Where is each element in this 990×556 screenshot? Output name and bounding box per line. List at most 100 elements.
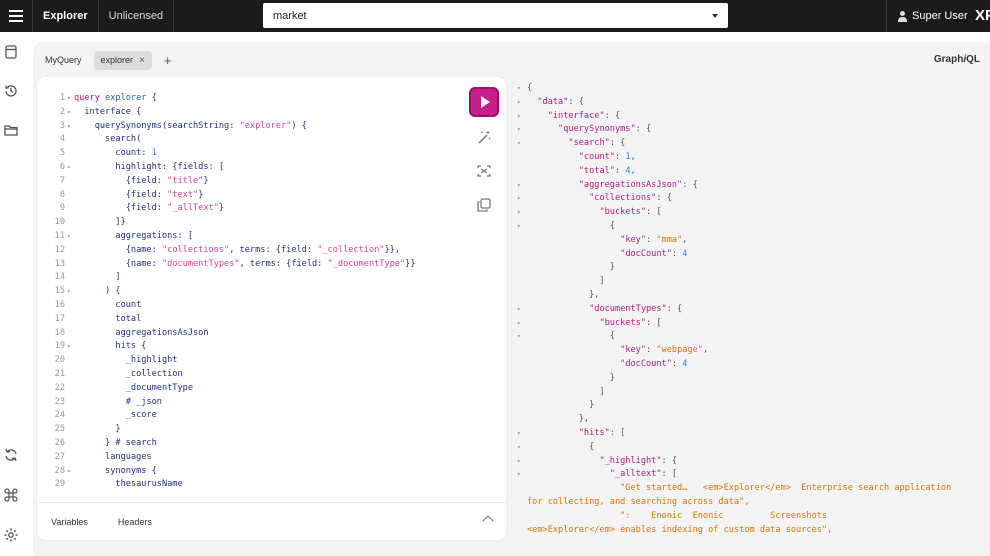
fold-icon[interactable]: ▾: [67, 161, 74, 175]
code-line[interactable]: 13 {name: "documentTypes", terms: {field…: [37, 258, 416, 272]
query-code[interactable]: 1 ▾ query explorer {2 ▾ interface {3 ▾ query…: [37, 92, 416, 492]
code-line[interactable]: 26 } # search: [37, 437, 416, 451]
result-line: ▾ "data": {: [517, 96, 951, 110]
chevron-up-icon[interactable]: [482, 515, 494, 527]
code-line[interactable]: 16 count: [37, 299, 416, 313]
run-query-button[interactable]: [469, 87, 499, 117]
code-line[interactable]: 11 ▾ aggregations: [: [37, 230, 416, 244]
fold-icon[interactable]: ▾: [517, 303, 527, 317]
refresh-icon[interactable]: [3, 447, 19, 463]
settings-icon[interactable]: [3, 527, 19, 543]
code-line[interactable]: 24 _score: [37, 409, 416, 423]
copy-icon[interactable]: [476, 197, 492, 213]
variables-tab[interactable]: Variables: [51, 517, 88, 527]
code-line[interactable]: 27 languages: [37, 451, 416, 465]
fold-icon[interactable]: ▾: [517, 82, 527, 96]
line-text: _documentType: [74, 382, 193, 393]
fold-icon[interactable]: ▾: [517, 137, 527, 151]
code-line[interactable]: 12 {name: "collections", terms: {field: …: [37, 244, 416, 258]
result-text: for collecting, and searching across dat…: [527, 496, 750, 507]
result-line: ▾ "aggregationsAsJson": {: [517, 179, 951, 193]
result-text: {: [527, 441, 595, 452]
result-text: {: [527, 83, 533, 93]
tab-myquery[interactable]: MyQuery: [38, 51, 89, 69]
code-line[interactable]: 9 {field: "_allText"}: [37, 202, 416, 216]
fold-icon: [67, 382, 74, 396]
code-line[interactable]: 8 {field: "text"}: [37, 189, 416, 203]
menu-icon[interactable]: [0, 0, 32, 32]
close-icon[interactable]: ×: [139, 55, 145, 66]
xp-logo[interactable]: XP: [975, 7, 990, 24]
license-status: Unlicensed: [108, 10, 164, 22]
editor-footer: Variables Headers: [37, 502, 506, 540]
result-line: ▾ "interface": {: [517, 110, 951, 124]
fold-icon[interactable]: ▾: [517, 220, 527, 234]
fold-icon[interactable]: ▾: [517, 123, 527, 137]
result-text: "count": 1,: [578, 151, 636, 162]
line-text: _score: [74, 410, 157, 421]
fold-icon[interactable]: ▾: [517, 330, 527, 344]
code-line[interactable]: 5 count: 1: [37, 147, 416, 161]
fold-icon[interactable]: ▾: [67, 465, 74, 479]
code-line[interactable]: 6 ▾ highlight: {fields: [: [37, 161, 416, 175]
query-editor[interactable]: 1 ▾ query explorer {2 ▾ interface {3 ▾ query…: [37, 77, 506, 540]
fold-icon[interactable]: ▾: [517, 192, 527, 206]
code-line[interactable]: 29 thesaurusName: [37, 478, 416, 492]
fold-icon: [67, 202, 74, 216]
code-line[interactable]: 4 search(: [37, 133, 416, 147]
fold-icon[interactable]: ▾: [67, 92, 74, 106]
code-line[interactable]: 28 ▾ synonyms {: [37, 465, 416, 479]
history-icon[interactable]: [3, 83, 19, 99]
folder-icon[interactable]: [3, 122, 19, 138]
line-text: }: [74, 424, 121, 435]
fold-icon[interactable]: ▾: [67, 120, 74, 134]
code-line[interactable]: 10 ]}: [37, 216, 416, 230]
code-line[interactable]: 3 ▾ querySynonyms(searchString: "explorer…: [37, 120, 416, 134]
code-line[interactable]: 17 total: [37, 313, 416, 327]
code-line[interactable]: 19 ▾ hits {: [37, 340, 416, 354]
line-number: 3: [59, 120, 65, 131]
fold-icon[interactable]: ▾: [517, 179, 527, 193]
fold-icon[interactable]: ▾: [517, 455, 527, 469]
fold-icon[interactable]: ▾: [517, 468, 527, 482]
repository-select[interactable]: market: [263, 3, 728, 28]
result-text: "buckets": [: [599, 317, 662, 328]
code-line[interactable]: 15 ▾ ) {: [37, 285, 416, 299]
fold-icon[interactable]: ▾: [517, 317, 527, 331]
code-line[interactable]: 7 {field: "title"}: [37, 175, 416, 189]
fold-icon[interactable]: ▾: [517, 427, 527, 441]
command-icon[interactable]: [3, 487, 19, 503]
line-number: 29: [54, 479, 65, 490]
headers-tab[interactable]: Headers: [118, 517, 152, 527]
fold-icon[interactable]: ▾: [517, 110, 527, 124]
fold-icon[interactable]: ▾: [517, 96, 527, 110]
fold-icon: [67, 451, 74, 465]
document-icon[interactable]: [3, 44, 19, 60]
line-text: thesaurusName: [74, 479, 183, 490]
add-tab-button[interactable]: +: [164, 53, 172, 68]
code-line[interactable]: 18 aggregationsAsJson: [37, 327, 416, 341]
code-line[interactable]: 21 _collection: [37, 368, 416, 382]
user-menu[interactable]: Super User: [886, 0, 968, 32]
fold-icon[interactable]: ▾: [517, 206, 527, 220]
code-line[interactable]: 23 # _json: [37, 396, 416, 410]
fold-icon[interactable]: ▾: [67, 106, 74, 120]
code-line[interactable]: 1 ▾ query explorer {: [37, 92, 416, 106]
fold-icon[interactable]: ▾: [67, 340, 74, 354]
result-text: "querySynonyms": {: [558, 124, 652, 135]
code-line[interactable]: 2 ▾ interface {: [37, 106, 416, 120]
code-line[interactable]: 22 _documentType: [37, 382, 416, 396]
code-line[interactable]: 14 ]: [37, 271, 416, 285]
code-line[interactable]: 20 _highlight: [37, 354, 416, 368]
result-line: ▾ {: [517, 330, 951, 344]
fold-icon: [517, 248, 527, 262]
fold-icon[interactable]: ▾: [517, 441, 527, 455]
tab-explorer[interactable]: explorer ×: [93, 50, 152, 70]
line-text: _collection: [74, 368, 183, 379]
code-line[interactable]: 25 }: [37, 423, 416, 437]
fold-icon[interactable]: ▾: [67, 285, 74, 299]
fold-icon[interactable]: ▾: [67, 230, 74, 244]
merge-fragments-icon[interactable]: [476, 163, 492, 179]
prettify-icon[interactable]: [476, 129, 492, 145]
app-title: Explorer: [43, 10, 88, 22]
